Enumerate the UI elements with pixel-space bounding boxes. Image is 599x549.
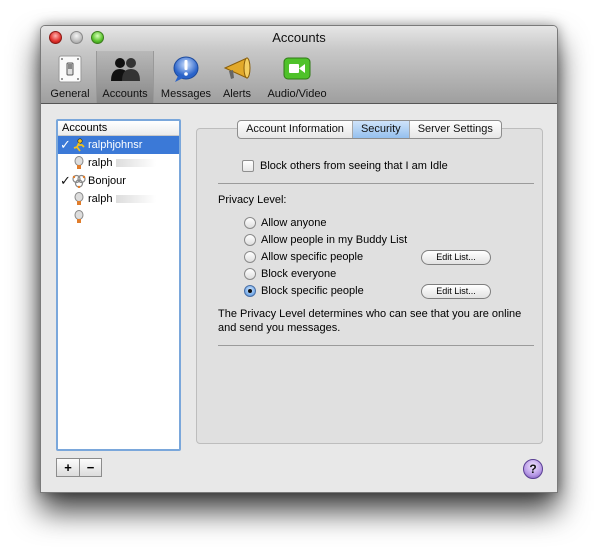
account-name: ralph [88, 157, 113, 169]
accounts-list[interactable]: Accounts ✓ ralphjohnsr ralph ✓ Bonjour r… [56, 119, 181, 451]
general-switch-icon [58, 55, 82, 83]
messages-bubble-icon [173, 56, 199, 82]
radio-allow-buddy-list[interactable]: Allow people in my Buddy List [244, 232, 407, 248]
radio-label: Block everyone [261, 268, 337, 280]
bonjour-icon [72, 174, 86, 188]
accounts-people-icon [111, 58, 140, 81]
toolbar-messages-label: Messages [160, 88, 212, 100]
redacted-text [115, 159, 156, 168]
account-item[interactable]: ✓ ralphjohnsr [58, 136, 179, 154]
title-bar: Accounts General Accounts Messages Alert… [41, 26, 557, 104]
divider [218, 345, 534, 346]
radio-button[interactable] [244, 234, 256, 246]
jabber-bulb-icon [74, 192, 84, 205]
radio-button-selected[interactable] [244, 285, 256, 297]
tab-account-information[interactable]: Account Information [238, 121, 352, 138]
account-name: ralph [88, 193, 113, 205]
tab-security[interactable]: Security [351, 121, 409, 138]
block-idle-label: Block others from seeing that I am Idle [260, 160, 448, 172]
window-title: Accounts [272, 30, 326, 45]
toolbar-accounts[interactable]: Accounts [96, 51, 154, 103]
privacy-level-label: Privacy Level: [218, 194, 287, 206]
account-item[interactable]: ralph [58, 154, 179, 172]
radio-block-specific[interactable]: Block specific people [244, 283, 364, 299]
accounts-window: Accounts General Accounts Messages Alert… [40, 25, 558, 493]
radio-block-everyone[interactable]: Block everyone [244, 266, 336, 282]
account-item[interactable]: ✓ Bonjour [58, 172, 179, 190]
account-name: ralphjohnsr [88, 139, 143, 151]
enabled-checkmark-icon[interactable]: ✓ [60, 172, 71, 190]
account-item[interactable]: ralph [58, 190, 179, 208]
edit-allow-list-button[interactable]: Edit List... [421, 250, 491, 265]
remove-account-button[interactable]: − [79, 459, 101, 476]
radio-button[interactable] [244, 217, 256, 229]
radio-label: Allow specific people [261, 251, 364, 263]
radio-label: Allow anyone [261, 217, 327, 229]
tab-bar: Account Information Security Server Sett… [196, 120, 543, 139]
alerts-megaphone-icon [223, 57, 251, 79]
tab-server-settings[interactable]: Server Settings [408, 121, 501, 138]
radio-button[interactable] [244, 251, 256, 263]
accounts-list-header: Accounts [58, 121, 179, 136]
jabber-bulb-icon [74, 156, 84, 169]
divider [218, 183, 534, 184]
enabled-checkmark-icon[interactable]: ✓ [60, 136, 71, 154]
radio-label: Block specific people [261, 285, 364, 297]
toolbar-audio-video[interactable]: Audio/Video [261, 51, 333, 103]
block-idle-option[interactable]: Block others from seeing that I am Idle [242, 160, 448, 172]
video-camera-icon [283, 57, 311, 80]
aim-runner-icon [73, 138, 85, 152]
toolbar-general-label: General [50, 88, 90, 100]
toolbar-audio-video-label: Audio/Video [267, 88, 327, 100]
redacted-text [115, 195, 156, 204]
radio-button[interactable] [244, 268, 256, 280]
privacy-info-text: The Privacy Level determines who can see… [218, 308, 522, 334]
toolbar-messages[interactable]: Messages [157, 51, 215, 103]
toolbar-accounts-label: Accounts [102, 88, 148, 100]
toolbar-alerts-label: Alerts [222, 88, 252, 100]
add-remove-control: + − [56, 458, 102, 477]
account-item[interactable] [58, 208, 179, 226]
jabber-bulb-icon [74, 210, 84, 223]
radio-allow-anyone[interactable]: Allow anyone [244, 215, 326, 231]
block-idle-checkbox[interactable] [242, 160, 254, 172]
account-name: Bonjour [88, 175, 126, 187]
toolbar-alerts[interactable]: Alerts [217, 51, 257, 103]
edit-block-list-button[interactable]: Edit List... [421, 284, 491, 299]
help-button[interactable]: ? [523, 459, 543, 479]
add-account-button[interactable]: + [57, 459, 79, 476]
radio-allow-specific[interactable]: Allow specific people [244, 249, 363, 265]
radio-label: Allow people in my Buddy List [261, 234, 408, 246]
toolbar-general[interactable]: General [45, 51, 95, 103]
